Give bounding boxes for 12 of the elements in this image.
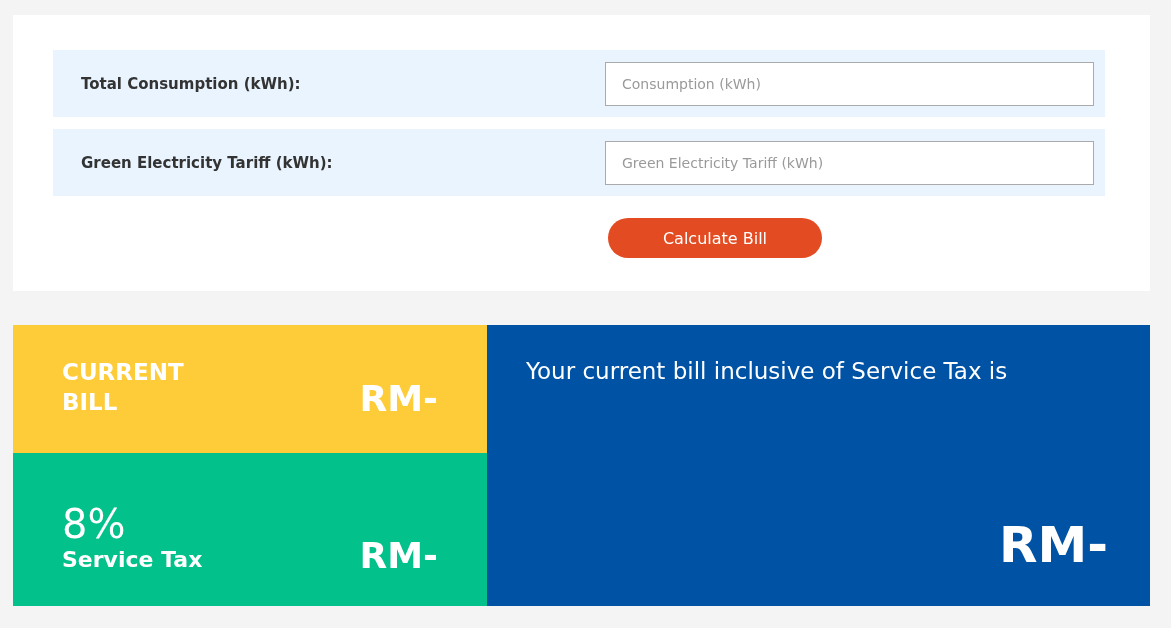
input-field[interactable]: Green Electricity Tariff (kWh): [605, 140, 1094, 185]
service-tax-rate: 8%: [62, 501, 127, 547]
field-label: Total Consumption (kWh):: [81, 74, 301, 93]
input-field[interactable]: Consumption (kWh): [605, 61, 1094, 106]
calculate-bill-button[interactable]: Calculate Bill: [608, 218, 822, 258]
total-bill-amount: RM-: [999, 516, 1108, 574]
current-bill-amount: RM-: [359, 378, 438, 419]
service-tax-amount: RM-: [359, 535, 438, 576]
service-tax-label: Service Tax: [62, 547, 203, 572]
total-bill-text: Your current bill inclusive of Service Tax is: [526, 358, 1009, 384]
current-bill-label: CURRENT BILL: [62, 358, 185, 417]
field-label: Green Electricity Tariff (kWh):: [81, 153, 333, 172]
